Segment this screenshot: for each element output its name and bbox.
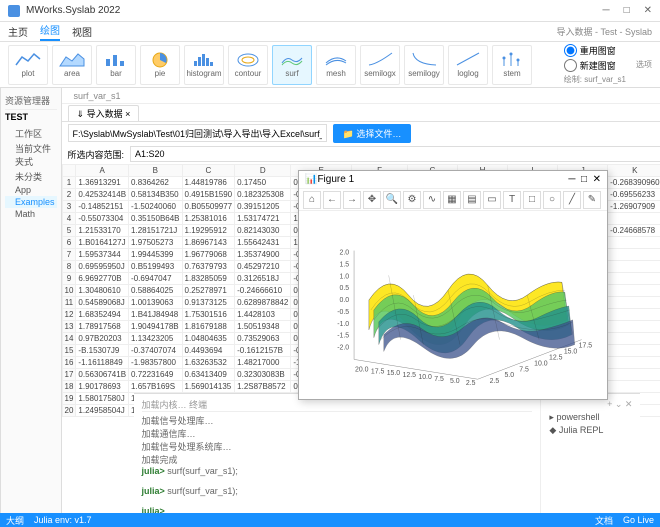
range-input[interactable] [130,146,660,162]
maximize-icon[interactable]: □ [624,5,630,16]
svg-text:2.5: 2.5 [466,380,476,387]
svg-text:-2.0: -2.0 [337,345,349,352]
fig-maximize-icon[interactable]: □ [581,174,587,185]
tool-semilogy[interactable]: semilogy [404,45,444,85]
svg-text:2.5: 2.5 [490,378,500,385]
svg-text:-0.5: -0.5 [337,309,349,316]
app-icon [8,5,20,17]
home-icon[interactable]: ⌂ [303,191,321,209]
sidebar-item-mode[interactable]: 当前文件夹式 [5,141,57,169]
svg-text:17.5: 17.5 [579,343,593,350]
terminal-list: + ⌄ ✕ ▸ powershell ◆ Julia REPL [540,394,640,513]
figure-window[interactable]: 📊 Figure 1 ─ □ ✕ ⌂ ← → ✥ 🔍 ⚙ ∿ ▦ ▤ ▭ T □… [298,170,608,400]
svg-text:1.0: 1.0 [339,273,349,280]
tool-bar[interactable]: bar [96,45,136,85]
status-julia-env[interactable]: Julia env: v1.7 [34,515,92,525]
sidebar-item-math[interactable]: Math [5,208,57,220]
sidebar-item-uncategorized[interactable]: 未分类 [5,169,57,184]
tab-import-data[interactable]: ⇓ 导入数据 × [68,105,140,121]
svg-text:-1.0: -1.0 [337,321,349,328]
tool-histogram[interactable]: histogram [184,45,224,85]
close-icon[interactable]: ✕ [644,5,652,16]
svg-text:7.5: 7.5 [519,366,529,373]
legend-icon[interactable]: ▭ [483,191,501,209]
svg-text:10.0: 10.0 [534,360,548,367]
sidebar-item-app[interactable]: App [5,184,57,196]
figure-title: Figure 1 [317,174,568,185]
svg-text:5.0: 5.0 [504,372,514,379]
tool-stem[interactable]: stem [492,45,532,85]
pan-icon[interactable]: ✥ [363,191,381,209]
zoom-icon[interactable]: 🔍 [383,191,401,209]
figure-icon: 📊 [305,174,317,185]
figure-toolbar: ⌂ ← → ✥ 🔍 ⚙ ∿ ▦ ▤ ▭ T □ ○ ╱ ✎ [299,189,607,211]
grid-icon[interactable]: ▦ [443,191,461,209]
menu-plot[interactable]: 绘图 [40,22,60,41]
forward-icon[interactable]: → [343,191,361,209]
back-icon[interactable]: ← [323,191,341,209]
status-go-live[interactable]: Go Live [623,515,654,525]
circle-icon[interactable]: ○ [543,191,561,209]
plot-toolbar: plot area bar pie histogram contour surf… [0,42,660,88]
svg-text:-1.5: -1.5 [337,333,349,340]
svg-text:0.5: 0.5 [339,285,349,292]
palette-icon[interactable]: ▤ [463,191,481,209]
tool-area[interactable]: area [52,45,92,85]
menu-home[interactable]: 主页 [8,24,28,39]
svg-text:7.5: 7.5 [434,376,444,383]
text-icon[interactable]: T [503,191,521,209]
file-path-input[interactable] [68,124,327,142]
tool-contour[interactable]: contour [228,45,268,85]
options-group: 选项 [636,59,652,70]
svg-text:12.5: 12.5 [549,354,563,361]
menu-view[interactable]: 视图 [72,24,92,39]
tool-semilogx[interactable]: semilogx [360,45,400,85]
status-outline[interactable]: 大纲 [6,514,24,527]
sidebar-item-workspace[interactable]: 工作区 [5,126,57,141]
window-title: MWorks.Syslab 2022 [26,5,602,16]
repl-console[interactable]: 加载内核… 终端 加载信号处理库… 加载通信库… 加载信号处理系统库… 加载完成… [134,394,541,513]
fig-close-icon[interactable]: ✕ [593,174,601,185]
svg-text:15.0: 15.0 [387,370,401,377]
svg-text:5.0: 5.0 [450,378,460,385]
surface-plot[interactable]: 2.01.51.0 0.50.0-0.5 -1.0-1.5-2.0 20.017… [299,211,607,399]
range-label: 所选内容范围: [68,148,125,161]
explorer-header: 资源管理器 [5,92,57,110]
rect-icon[interactable]: □ [523,191,541,209]
tool-pie[interactable]: pie [140,45,180,85]
radio-reuse-figure[interactable]: 重用图窗 [564,44,626,57]
terminal-julia-repl[interactable]: ◆ Julia REPL [545,424,636,437]
tool-surf[interactable]: surf [272,45,312,85]
dialog-title: 导入数据 - Test - Syslab [556,25,652,38]
file-tab[interactable]: surf_var_s1 [68,91,127,101]
config-icon[interactable]: ⚙ [403,191,421,209]
sidebar-item-examples[interactable]: Examples [5,196,57,208]
tool-loglog[interactable]: loglog [448,45,488,85]
svg-text:10.0: 10.0 [418,374,432,381]
sine-icon[interactable]: ∿ [423,191,441,209]
tool-plot[interactable]: plot [8,45,48,85]
status-docs[interactable]: 文档 [595,514,613,527]
fig-minimize-icon[interactable]: ─ [568,174,575,185]
svg-text:12.5: 12.5 [403,372,417,379]
tree-root[interactable]: TEST [5,110,57,124]
svg-text:0.0: 0.0 [339,297,349,304]
svg-text:15.0: 15.0 [564,348,578,355]
svg-text:20.0: 20.0 [355,366,369,373]
edit-icon[interactable]: ✎ [583,191,601,209]
line-icon[interactable]: ╱ [563,191,581,209]
tool-mesh[interactable]: mesh [316,45,356,85]
terminal-powershell[interactable]: ▸ powershell [545,411,636,424]
resource-explorer: 资源管理器 TEST 工作区 当前文件夹式 未分类 App Examples M… [1,88,62,513]
minimize-icon[interactable]: ─ [602,5,609,16]
svg-text:17.5: 17.5 [371,368,385,375]
plot-selection: 绘制: surf_var_s1 [564,74,626,85]
svg-text:1.5: 1.5 [339,261,349,268]
svg-text:2.0: 2.0 [339,250,349,257]
radio-new-figure[interactable]: 新建图窗 [564,59,626,72]
browse-button[interactable]: 📁 选择文件… [333,124,412,143]
